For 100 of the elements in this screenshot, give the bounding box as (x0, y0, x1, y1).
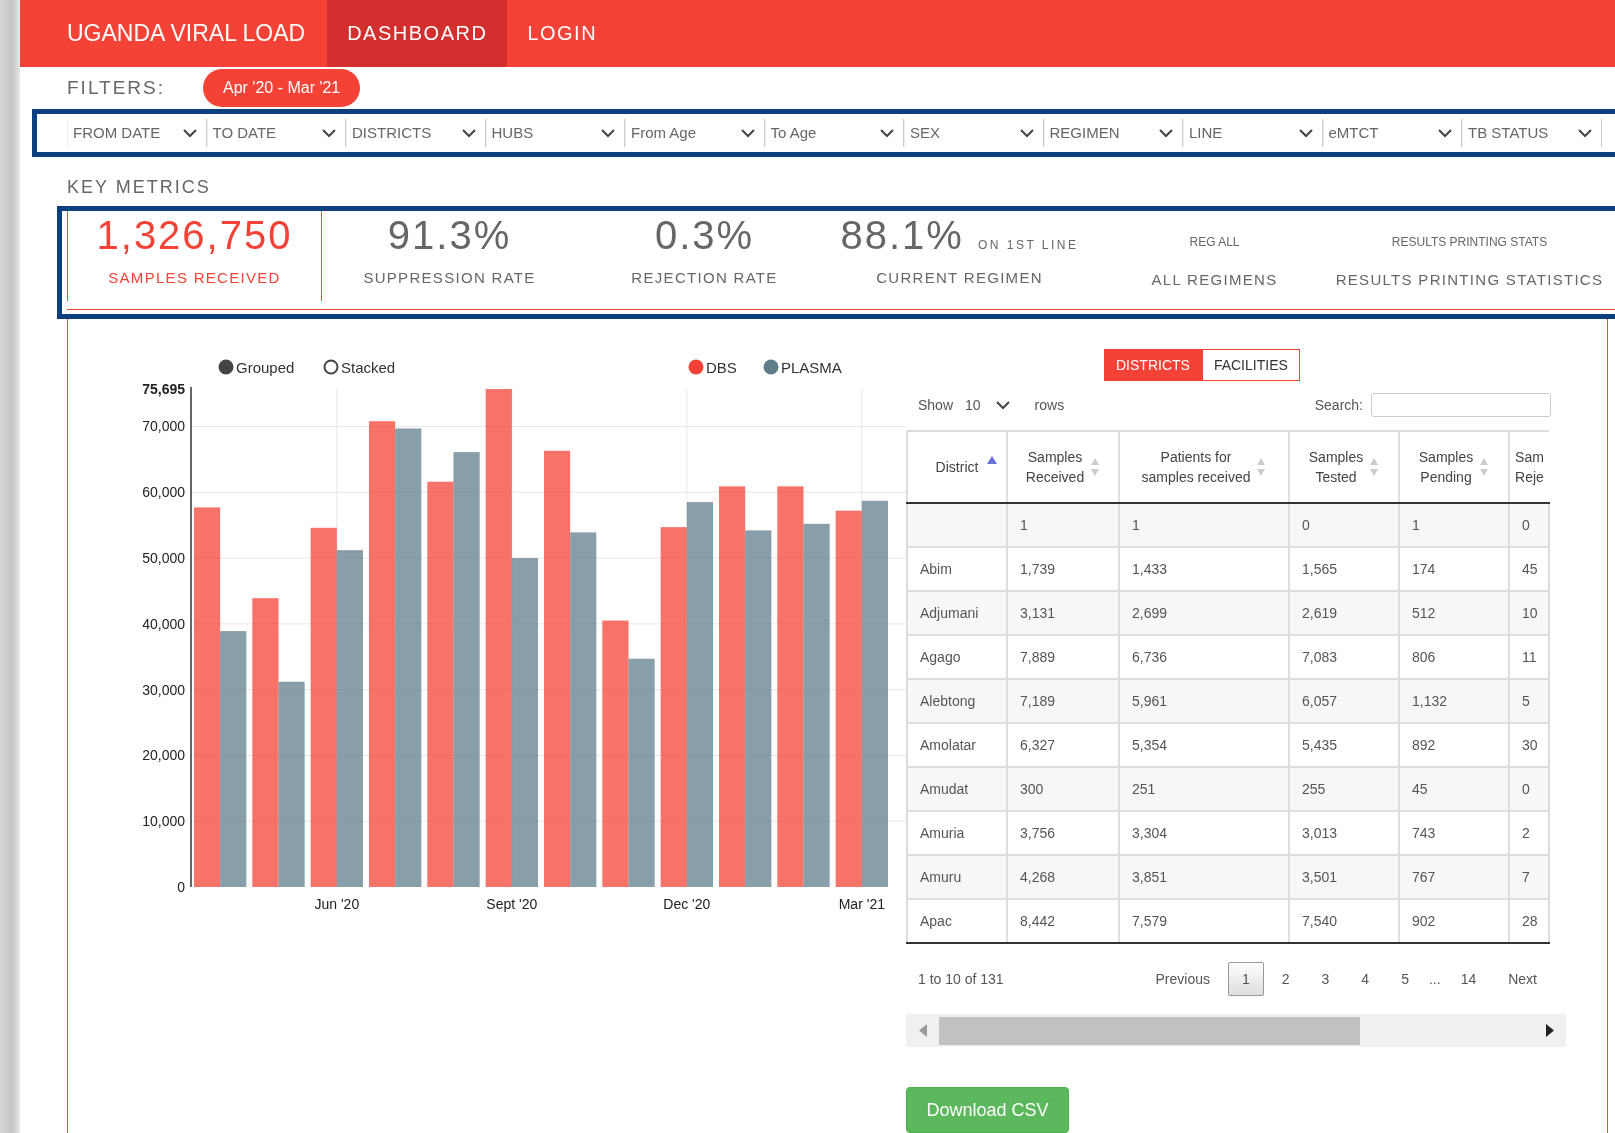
page-link[interactable]: 14 (1446, 962, 1491, 996)
axis-label: Mar '21 (838, 896, 885, 912)
page-link[interactable]: 5 (1387, 962, 1423, 996)
table-cell: 892 (1412, 737, 1436, 753)
table-cell: 7,889 (1020, 649, 1056, 665)
axis-label: 75,695 (142, 381, 185, 397)
filter-dropdown[interactable]: FROM DATE (67, 118, 207, 147)
metric-label: REJECTION RATE (631, 268, 778, 286)
table-cell: 1 (1020, 517, 1028, 533)
metric-label: SAMPLES RECEIVED (108, 268, 281, 286)
table-cell: 300 (1020, 781, 1044, 797)
metric-caption: RESULTS PRINTING STATS (1391, 233, 1548, 251)
axis-label: 70,000 (142, 418, 185, 435)
metric-note: ON 1ST LINE (977, 237, 1079, 252)
table-cell: 902 (1412, 913, 1436, 929)
table-cell: 8,442 (1020, 913, 1056, 929)
column-header[interactable]: Samples Pending (1399, 431, 1509, 503)
date-range-badge: Apr '20 - Mar '21 (203, 69, 361, 108)
table-cell: Apac (920, 913, 952, 929)
metric-label: RESULTS PRINTING STATISTICS (1335, 270, 1604, 288)
table-cell: 11 (1522, 649, 1537, 665)
column-header[interactable]: Samples Received (1007, 431, 1119, 503)
table-cell: 10 (1522, 605, 1538, 621)
table-cell: 1 (1412, 517, 1420, 533)
column-header[interactable]: Samples Tested (1289, 431, 1399, 503)
axis-label: 50,000 (142, 550, 185, 567)
filter-dropdown[interactable]: LINE (1183, 118, 1323, 147)
filter-dropdown[interactable]: eMTCT (1322, 118, 1462, 147)
table-info: 1 to 10 of 131 (918, 971, 1004, 987)
search-label: Search: (1314, 397, 1363, 413)
filter-dropdown[interactable]: DISTRICTS (346, 118, 486, 147)
column-header[interactable]: Sam Reje (1509, 431, 1549, 503)
axis-label: 20,000 (142, 747, 185, 764)
table-cell: 3,013 (1302, 825, 1338, 841)
legend-label: PLASMA (781, 359, 842, 376)
horizontal-scrollbar[interactable] (906, 1014, 1566, 1047)
table-cell: Adjumani (920, 605, 979, 621)
table-cell: 7,540 (1302, 913, 1338, 929)
filter-dropdown[interactable]: To Age (764, 118, 904, 147)
table-cell: Abim (920, 561, 952, 577)
column-header[interactable]: District (907, 431, 1007, 503)
table-cell: 1,132 (1412, 693, 1448, 709)
chevron-icon (321, 127, 337, 138)
table-cell: Alebtong (920, 693, 976, 709)
table-cell: Agago (920, 649, 961, 665)
metric-label: CURRENT REGIMEN (876, 268, 1043, 286)
table-cell: 255 (1302, 781, 1326, 797)
page-link[interactable]: 1 (1227, 962, 1264, 996)
metric-value: 0.3% (654, 212, 755, 258)
legend-label: DBS (706, 359, 737, 376)
next-link[interactable]: Next (1494, 962, 1551, 996)
axis-label: Jun '20 (314, 896, 360, 912)
axis-label: 10,000 (142, 813, 185, 830)
axis-label: 40,000 (142, 615, 185, 632)
tab[interactable]: DISTRICTS (1104, 349, 1202, 381)
filter-dropdown[interactable]: HUBS (485, 118, 625, 147)
table-cell: 7,083 (1302, 649, 1338, 665)
filter-dropdown[interactable]: TO DATE (206, 118, 346, 147)
table-cell: 2,699 (1132, 605, 1168, 621)
tab[interactable]: FACILITIES (1201, 349, 1300, 381)
app-title: UGANDA VIRAL LOAD (67, 19, 306, 49)
metric-value: 88.1% (840, 212, 964, 258)
page-link[interactable]: 4 (1347, 962, 1384, 996)
table-cell: 743 (1412, 825, 1436, 841)
metric-card[interactable]: 1,326,750 SAMPLES RECEIVED (67, 210, 322, 301)
filter-dropdown[interactable]: REGIMEN (1043, 118, 1183, 147)
search-field[interactable] (1371, 393, 1551, 417)
chevron-icon (1297, 127, 1314, 138)
section-title: KEY METRICS (66, 175, 212, 199)
nav-link[interactable]: LOGIN (507, 0, 618, 68)
table-cell: 3,851 (1132, 869, 1168, 885)
metric-value: 1,326,750 (96, 212, 293, 258)
filter-dropdown[interactable]: From Age (625, 118, 765, 147)
filters-label: FILTERS: (67, 77, 165, 100)
chevron-icon (181, 127, 198, 138)
radio-button[interactable] (218, 359, 234, 375)
table-cell: 5,354 (1132, 737, 1168, 753)
rows-dropdown[interactable]: 10 (961, 395, 1015, 415)
axis-label: 0 (177, 879, 185, 895)
filter-dropdown[interactable]: SEX (904, 118, 1044, 147)
metric-card[interactable]: 91.3% SUPPRESSION RATE (322, 210, 577, 301)
radio-button[interactable] (323, 359, 339, 375)
table-cell: 1,739 (1020, 561, 1056, 577)
chevron-icon (460, 127, 477, 138)
metric-card[interactable]: 88.1% ON 1ST LINE CURRENT REGIMEN (832, 210, 1087, 301)
table-cell: 30 (1522, 737, 1538, 753)
axis-label: 30,000 (142, 681, 185, 698)
previous-link[interactable]: Previous (1141, 962, 1224, 996)
page-link[interactable]: 3 (1307, 962, 1344, 996)
column-header[interactable]: Patients for samples received (1119, 431, 1289, 503)
chevron-icon (994, 400, 1011, 410)
table-cell: 2,619 (1302, 605, 1338, 621)
filter-dropdown[interactable]: TB STATUS (1462, 118, 1602, 147)
show-label: Show (918, 397, 954, 413)
table-cell: 0 (1522, 517, 1530, 533)
nav-link[interactable]: DASHBOARD (327, 0, 508, 68)
table-cell: 5,435 (1302, 737, 1338, 753)
table-cell: Amolatar (920, 737, 977, 753)
page-link[interactable]: 2 (1267, 962, 1304, 996)
metric-card[interactable]: 0.3% REJECTION RATE (577, 210, 832, 301)
